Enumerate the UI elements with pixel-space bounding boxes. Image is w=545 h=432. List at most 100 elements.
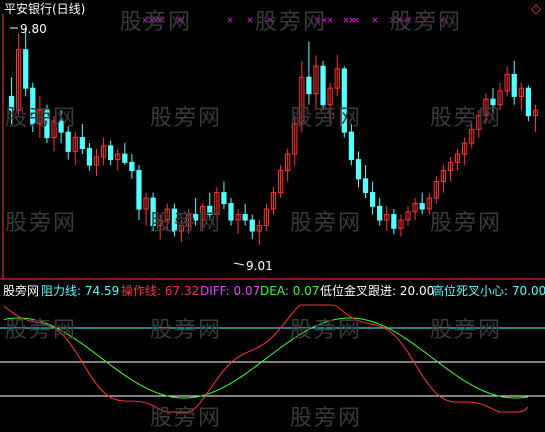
- candle-body: [355, 159, 362, 180]
- watermark: 股旁网: [290, 318, 363, 343]
- candle: [122, 143, 128, 166]
- candle: [334, 55, 340, 97]
- candle: [412, 198, 418, 221]
- candle-body: [362, 178, 369, 194]
- candle-body: [525, 87, 532, 117]
- watermark: 股旁网: [120, 10, 193, 35]
- candle-body: [348, 131, 355, 161]
- candle: [23, 27, 29, 97]
- candle: [270, 187, 277, 215]
- candle-body: [108, 145, 114, 161]
- candle-body: [65, 131, 71, 152]
- candle-body: [129, 161, 135, 172]
- candle: [249, 214, 255, 240]
- candle: [454, 148, 461, 171]
- candle: [355, 151, 362, 188]
- low-cross-legend: 低位金叉跟进: 20.00: [320, 284, 435, 298]
- watermark: 股旁网: [290, 106, 363, 131]
- candle: [100, 137, 107, 166]
- candle: [511, 60, 517, 105]
- watermark: 股旁网: [290, 211, 363, 236]
- diamond-icon[interactable]: ◇: [531, 2, 541, 17]
- candle: [369, 181, 376, 215]
- chart-title: 平安银行(日线): [4, 2, 86, 16]
- watermark: 股旁网: [150, 106, 223, 131]
- candle: [433, 176, 439, 204]
- candle-body: [228, 203, 234, 221]
- candle-body: [511, 73, 517, 97]
- candle: [398, 214, 404, 237]
- signal-marker: ×: [246, 16, 254, 26]
- candle: [221, 181, 227, 210]
- signal-marker: ×: [226, 16, 234, 26]
- candle: [405, 206, 411, 226]
- watermark: 股旁网: [430, 211, 503, 236]
- watermark: 股旁网: [430, 318, 503, 343]
- candle: [518, 82, 524, 111]
- watermark: 股旁网: [290, 406, 363, 431]
- candle: [504, 66, 510, 97]
- watermark: 股旁网: [150, 318, 223, 343]
- candle-body: [136, 170, 142, 210]
- candle: [277, 165, 284, 199]
- candle-body: [306, 76, 312, 95]
- candle: [532, 104, 539, 133]
- candle-body: [391, 214, 397, 229]
- candle: [72, 132, 78, 166]
- candle-body: [23, 49, 29, 89]
- candle: [525, 85, 532, 122]
- candle: [93, 148, 100, 177]
- operation-legend: 操作线: 67.32: [121, 284, 200, 298]
- candle: [79, 123, 85, 155]
- candle-body: [320, 65, 326, 106]
- watermark: 股旁网: [255, 10, 328, 35]
- candle-body: [242, 214, 248, 221]
- low-price-label: 9.01: [246, 259, 273, 273]
- candle: [129, 154, 135, 179]
- candle: [115, 148, 121, 171]
- candle-body: [419, 203, 425, 210]
- candle-body: [86, 148, 93, 166]
- candle: [242, 203, 248, 226]
- low-pointer: [233, 262, 245, 266]
- candle-body: [79, 137, 85, 150]
- watermark: 股旁网: [390, 10, 463, 35]
- candle-body: [122, 153, 128, 163]
- watermark: 股旁网: [5, 106, 78, 131]
- candle: [306, 41, 312, 105]
- candle-body: [221, 192, 227, 205]
- resist-legend: 阻力线: 74.59: [41, 284, 120, 298]
- candle: [440, 165, 447, 193]
- high-price-label: 9.80: [20, 22, 47, 36]
- candle-body: [369, 192, 376, 207]
- indicator-name: 股旁网: [3, 284, 40, 298]
- candle: [108, 140, 114, 166]
- high-cross-legend: 高位死叉小心: 70.00: [432, 284, 545, 298]
- signal-marker: ×: [371, 16, 379, 26]
- candle: [263, 203, 270, 232]
- candle: [419, 192, 425, 215]
- candle: [228, 198, 234, 226]
- candle: [377, 198, 383, 226]
- candle-body: [249, 219, 255, 232]
- watermark: 股旁网: [5, 318, 78, 343]
- watermark: 股旁网: [150, 406, 223, 431]
- candle-body: [377, 205, 383, 221]
- candle: [447, 156, 454, 182]
- candle: [391, 209, 397, 234]
- watermark: 股旁网: [5, 211, 78, 236]
- signal-marker: ×: [352, 16, 360, 26]
- candle: [362, 165, 369, 199]
- candle: [143, 192, 149, 226]
- candle: [256, 220, 262, 245]
- dea-legend: DEA: 0.07: [260, 284, 320, 298]
- candle: [235, 209, 241, 234]
- candle: [285, 148, 291, 182]
- candle: [384, 206, 390, 232]
- candle: [86, 143, 93, 171]
- candle: [462, 137, 468, 166]
- watermark: 股旁网: [150, 211, 223, 236]
- diff-legend: DIFF: 0.07: [200, 284, 261, 298]
- candle: [136, 165, 142, 221]
- watermark: 股旁网: [430, 106, 503, 131]
